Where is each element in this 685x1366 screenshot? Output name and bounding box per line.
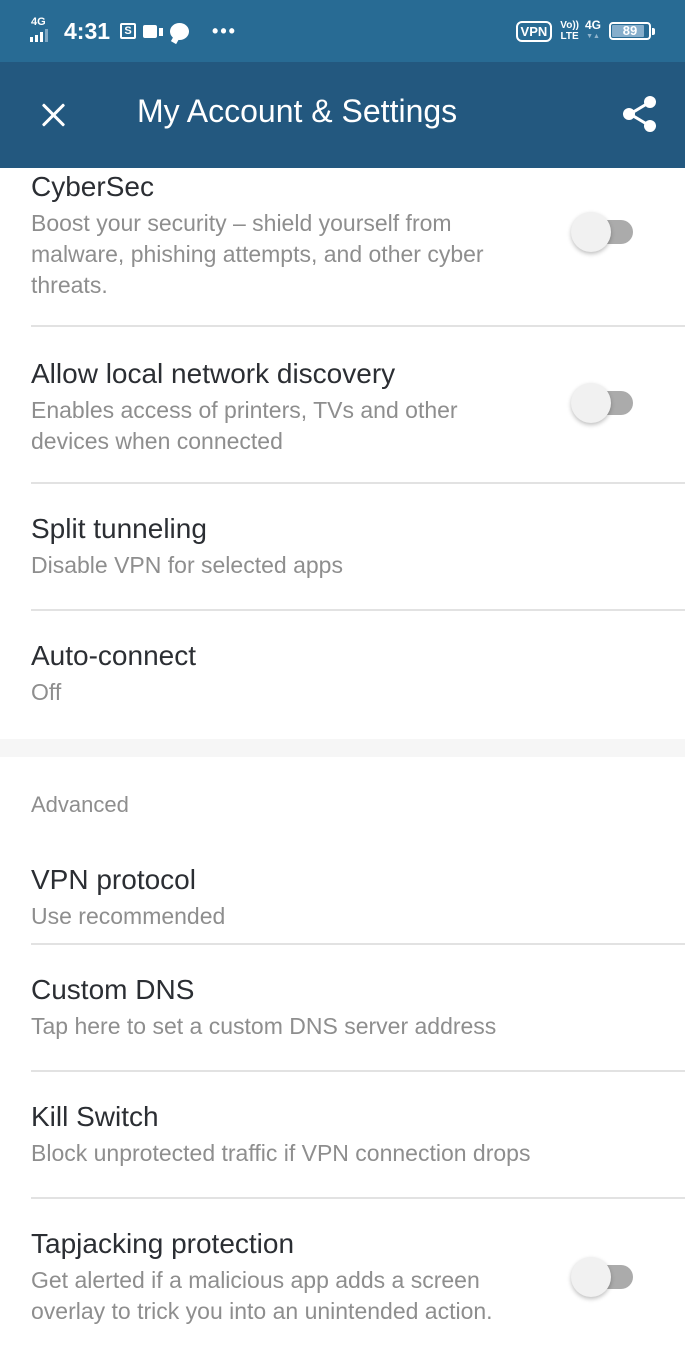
setting-label: Custom DNS	[31, 974, 195, 1005]
setting-kill-switch[interactable]: Kill Switch Block unprotected traffic if…	[31, 1072, 685, 1199]
cell-signal-icon: 4G	[30, 16, 56, 44]
local-network-discovery-toggle[interactable]	[571, 383, 635, 423]
battery-icon: 89	[609, 22, 655, 40]
setting-label: Split tunneling	[31, 513, 207, 544]
volte-bottom: LTE	[560, 31, 579, 42]
setting-vpn-protocol[interactable]: VPN protocol Use recommended	[31, 863, 685, 945]
data-network-label: 4G	[584, 18, 601, 32]
setting-description: Block unprotected traffic if VPN connect…	[31, 1140, 531, 1166]
setting-cybersec[interactable]: CyberSec Boost your security – shield yo…	[31, 168, 685, 327]
volte-icon: Vo)) LTE	[560, 20, 579, 42]
section-header-advanced: Advanced	[31, 792, 129, 817]
setting-label: Auto-connect	[31, 640, 196, 671]
setting-description: Enables access of printers, TVs and othe…	[31, 397, 458, 454]
setting-description: Get alerted if a malicious app adds a sc…	[31, 1267, 493, 1324]
data-network-icon: 4G ▼▲	[584, 18, 601, 40]
app-bar: My Account & Settings	[0, 62, 685, 168]
volte-top: Vo))	[560, 20, 579, 31]
setting-label: VPN protocol	[31, 864, 196, 895]
setting-label: Tapjacking protection	[31, 1228, 295, 1259]
setting-description: Boost your security – shield yourself fr…	[31, 210, 484, 298]
setting-label: CyberSec	[31, 171, 154, 202]
setting-tapjacking-protection[interactable]: Tapjacking protection Get alerted if a m…	[31, 1199, 685, 1349]
share-icon[interactable]	[620, 94, 660, 134]
close-icon[interactable]	[36, 98, 70, 132]
setting-custom-dns[interactable]: Custom DNS Tap here to set a custom DNS …	[31, 945, 685, 1072]
setting-description: Disable VPN for selected apps	[31, 552, 343, 578]
clock: 4:31	[64, 17, 111, 44]
setting-label: Kill Switch	[31, 1101, 159, 1132]
status-bar: 4G 4:31 S ••• VPN Vo)) LTE 4G ▼▲ 89	[0, 0, 685, 62]
tapjacking-protection-toggle[interactable]	[571, 1257, 635, 1297]
cybersec-toggle[interactable]	[571, 212, 635, 252]
section-divider	[0, 739, 685, 757]
battery-percent: 89	[622, 23, 638, 38]
video-icon	[143, 24, 164, 38]
setting-local-network-discovery[interactable]: Allow local network discovery Enables ac…	[31, 327, 685, 484]
setting-auto-connect[interactable]: Auto-connect Off	[31, 611, 685, 709]
network-type: 4G	[31, 16, 46, 28]
settings-list: CyberSec Boost your security – shield yo…	[0, 168, 685, 1349]
setting-split-tunneling[interactable]: Split tunneling Disable VPN for selected…	[31, 484, 685, 611]
page-title: My Account & Settings	[137, 93, 458, 129]
vpn-icon: VPN	[515, 20, 553, 42]
setting-description: Use recommended	[31, 903, 226, 929]
setting-description: Off	[31, 679, 62, 705]
more-notifications-icon: •••	[212, 20, 237, 41]
chat-icon	[170, 22, 190, 40]
setting-description: Tap here to set a custom DNS server addr…	[31, 1013, 497, 1039]
screenshot-icon: S	[120, 23, 137, 39]
